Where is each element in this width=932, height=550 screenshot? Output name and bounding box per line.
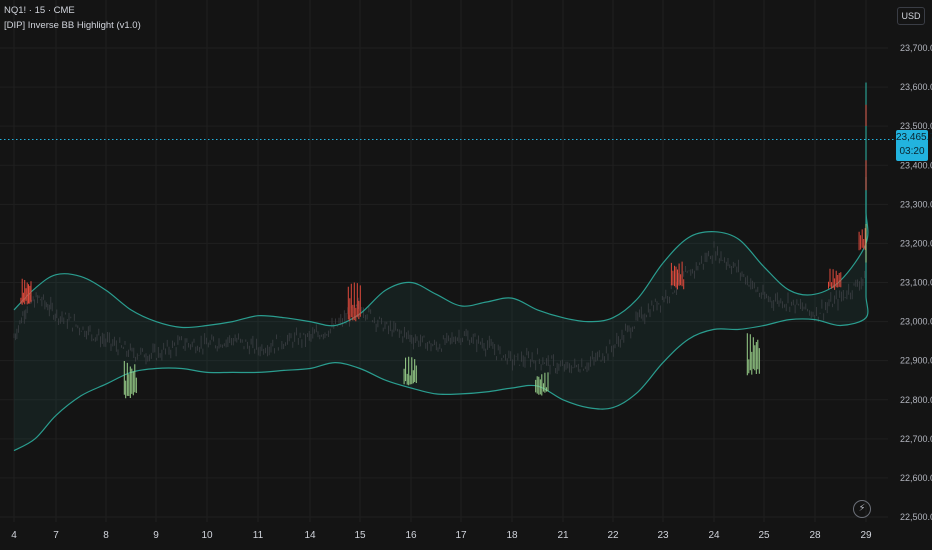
y-tick-label: 23,700.00: [900, 43, 932, 53]
x-tick-label: 21: [557, 530, 569, 541]
lightning-icon[interactable]: ⚡: [853, 500, 871, 518]
x-tick-label: 11: [253, 530, 264, 541]
high-highlight: [858, 227, 867, 251]
high-highlight: [347, 282, 361, 322]
x-tick-label: 10: [201, 530, 213, 541]
x-tick-label: 16: [405, 530, 417, 541]
x-tick-label: 25: [758, 530, 770, 541]
x-tick-label: 17: [455, 530, 467, 541]
y-tick-label: 23,400.00: [900, 160, 932, 170]
symbol-info[interactable]: NQ1! · 15 · CME: [4, 5, 75, 16]
x-tick-label: 7: [53, 530, 59, 541]
x-tick-label: 8: [103, 530, 109, 541]
price-chart[interactable]: 22,500.00 22,600.00 22,700.00 22,800.00 22,9…: [0, 0, 932, 550]
y-tick-label: 22,700.00: [900, 434, 932, 444]
current-price-tag: 23,465.75 03:20: [896, 130, 932, 161]
x-tick-label: 15: [354, 530, 366, 541]
x-tick-label: 23: [657, 530, 669, 541]
x-tick-label: 9: [153, 530, 159, 541]
x-tick-label: 24: [708, 530, 720, 541]
x-axis: 4 7 8 9 10 11 14 15 16 17 18 21 22 23 24 25 28 29: [11, 530, 872, 541]
y-tick-label: 23,200.00: [900, 238, 932, 248]
x-tick-label: 14: [304, 530, 316, 541]
y-tick-label: 22,900.00: [900, 356, 932, 366]
y-axis: 22,500.00 22,600.00 22,700.00 22,800.00 22,9…: [900, 43, 932, 522]
x-tick-label: 29: [860, 530, 872, 541]
x-tick-label: 22: [607, 530, 619, 541]
currency-button[interactable]: USD: [897, 7, 925, 25]
y-tick-label: 22,600.00: [900, 473, 932, 483]
y-tick-label: 23,000.00: [900, 317, 932, 327]
bollinger-band-fill: [14, 82, 868, 451]
y-tick-label: 22,500.00: [900, 512, 932, 522]
x-tick-label: 4: [11, 530, 17, 541]
y-tick-label: 23,600.00: [900, 82, 932, 92]
x-tick-label: 28: [809, 530, 821, 541]
y-tick-label: 22,800.00: [900, 395, 932, 405]
low-highlight: [746, 333, 760, 376]
y-tick-label: 23,300.00: [900, 199, 932, 209]
x-tick-label: 18: [506, 530, 518, 541]
indicator-label[interactable]: [DIP] Inverse BB Highlight (v1.0): [4, 20, 141, 31]
bar-countdown: 03:20: [899, 146, 925, 157]
high-highlight: [828, 268, 842, 290]
y-tick-label: 23,100.00: [900, 278, 932, 288]
current-price-value: 23,465.75: [896, 132, 932, 143]
